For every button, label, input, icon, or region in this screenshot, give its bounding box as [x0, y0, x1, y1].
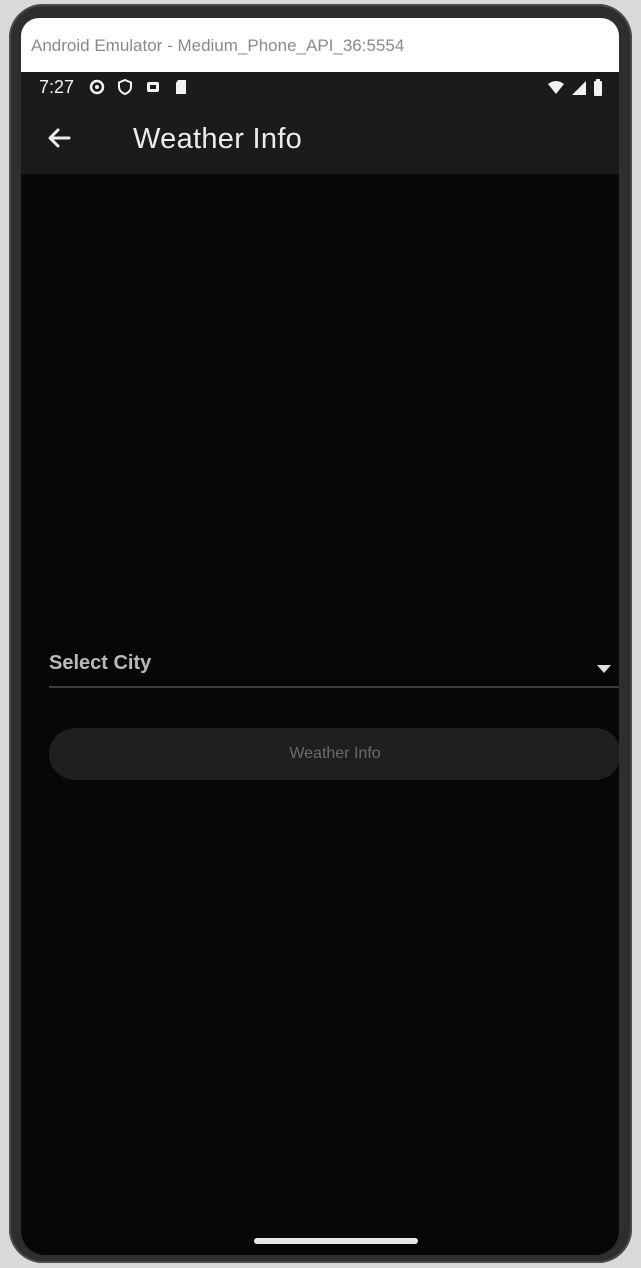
app-bar: Weather Info: [21, 106, 619, 174]
device-frame: Android Emulator - Medium_Phone_API_36:5…: [9, 4, 632, 1263]
battery-icon: [593, 79, 603, 101]
wifi-icon: [547, 80, 565, 101]
home-indicator[interactable]: [254, 1238, 418, 1244]
city-dropdown[interactable]: Select City: [49, 640, 619, 688]
notification-icon: [145, 79, 161, 100]
weather-info-button[interactable]: Weather Info: [49, 728, 619, 780]
sd-card-icon: [173, 79, 189, 100]
status-icons-left: [89, 78, 189, 100]
city-dropdown-label: Select City: [49, 652, 152, 674]
caret-down-icon: [597, 660, 611, 678]
back-button[interactable]: [41, 122, 77, 158]
emulator-window-title: Android Emulator - Medium_Phone_API_36:5…: [31, 36, 405, 55]
arrow-left-icon: [45, 124, 73, 157]
status-bar: 7:27: [21, 72, 619, 106]
phone-screen: 7:27 Weather Info Select City Weather In…: [21, 72, 619, 1255]
cellular-signal-icon: [571, 80, 587, 101]
status-time: 7:27: [39, 77, 75, 97]
status-icons-right: [547, 79, 603, 101]
emulator-title-bar: Android Emulator - Medium_Phone_API_36:5…: [21, 18, 619, 72]
page-title: Weather Info: [133, 123, 303, 155]
shield-icon: [117, 78, 133, 100]
settings-status-icon: [89, 79, 105, 100]
